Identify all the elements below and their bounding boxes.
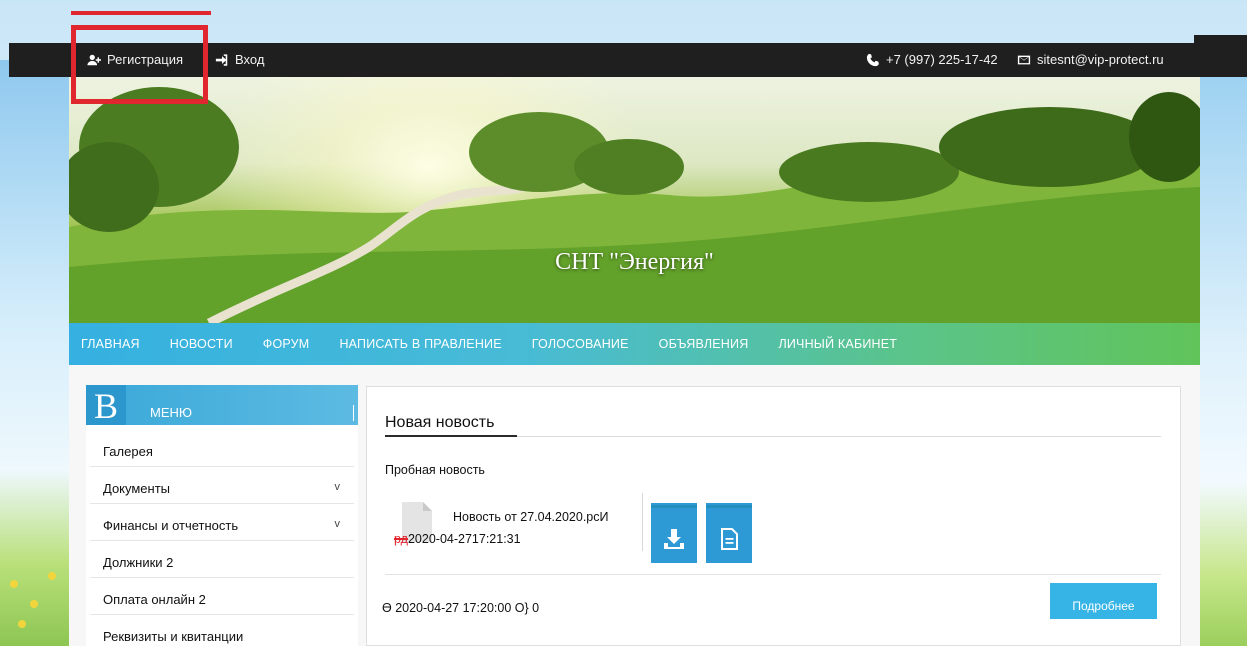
sidebar-item-label: Реквизиты и квитанции — [103, 629, 244, 644]
topbar-extension — [1194, 35, 1247, 77]
news-title[interactable]: Новая новость — [385, 414, 494, 432]
nav-item-home[interactable]: ГЛАВНАЯ — [69, 337, 155, 351]
news-subtitle: Пробная новость — [385, 463, 485, 477]
email-contact[interactable]: sitesnt@vip-protect.ru — [1017, 52, 1164, 67]
sidebar-item-documents[interactable]: Документы v — [90, 467, 354, 504]
sidebar-item-label: Оплата онлайн 2 — [103, 592, 206, 607]
date-value: 2020-04-2717:21:31 — [407, 532, 521, 546]
envelope-icon — [1017, 55, 1031, 64]
flower-decoration — [30, 600, 38, 608]
sign-in-icon — [215, 53, 228, 66]
header-banner: СНТ "Энергия" — [69, 77, 1200, 323]
attachment-divider — [642, 493, 643, 551]
sidebar-item-label: Галерея — [103, 444, 153, 459]
background-scenery-left — [0, 60, 72, 646]
chevron-down-icon: v — [334, 518, 341, 530]
sidebar-item-debtors[interactable]: Должники 2 — [90, 541, 354, 578]
site-title: СНТ "Энергия" — [555, 249, 714, 275]
nav-item-forum[interactable]: ФОРУМ — [248, 337, 325, 351]
flower-decoration — [18, 620, 26, 628]
attachment-date: рд2020-04-2717:21:31 — [394, 532, 521, 546]
footer-rule — [385, 574, 1161, 575]
phone-icon — [866, 53, 879, 66]
nav-item-account[interactable]: ЛИЧНЫЙ КАБИНЕТ — [763, 337, 912, 351]
attachment-name[interactable]: Новость от 27.04.2020.рсИ — [453, 510, 609, 524]
chevron-down-icon: v — [334, 481, 341, 493]
background-scenery-right — [1195, 60, 1247, 646]
sidebar-item-finance[interactable]: Финансы и отчетность v — [90, 504, 354, 541]
email-address: sitesnt@vip-protect.ru — [1037, 52, 1164, 67]
register-link[interactable]: Регистрация — [87, 52, 183, 67]
read-more-button[interactable]: Подробнее — [1050, 583, 1157, 619]
sidebar-item-label: Должники 2 — [103, 555, 174, 570]
sidebar-item-gallery[interactable]: Галерея — [90, 430, 354, 467]
date-prefix: рд — [394, 532, 408, 546]
phone-number: +7 (997) 225-17-42 — [886, 52, 998, 67]
register-label: Регистрация — [107, 52, 183, 67]
annotation-line — [71, 11, 211, 15]
view-button[interactable] — [706, 505, 752, 563]
top-bar: Регистрация Вход +7 (997) 225-17-42 site… — [9, 43, 1194, 77]
menu-title: МЕНЮ — [150, 405, 193, 420]
download-button[interactable] — [651, 505, 697, 563]
menu-badge: B — [86, 385, 126, 426]
download-icon — [664, 529, 684, 549]
login-label: Вход — [235, 52, 265, 67]
landscape-image — [69, 87, 1200, 323]
sidebar-item-label: Финансы и отчетность — [103, 518, 239, 533]
login-link[interactable]: Вход — [215, 52, 264, 67]
phone-contact[interactable]: +7 (997) 225-17-42 — [866, 52, 998, 67]
sidebar-item-online-payment[interactable]: Оплата онлайн 2 — [90, 578, 354, 615]
flower-decoration — [10, 580, 18, 588]
sidebar-item-label: Документы — [103, 481, 171, 496]
user-plus-icon — [87, 54, 101, 65]
menu-divider — [353, 405, 354, 421]
news-meta: ϴ 2020-04-27 17:20:00 О} 0 — [382, 601, 540, 615]
nav-item-ads[interactable]: ОБЪЯВЛЕНИЯ — [644, 337, 764, 351]
news-card: Новая новость Пробная новость Новость от… — [366, 386, 1181, 646]
nav-item-news[interactable]: НОВОСТИ — [155, 337, 248, 351]
title-rule — [517, 436, 1161, 437]
title-underline — [385, 435, 517, 437]
document-view-icon — [721, 528, 738, 550]
nav-item-voting[interactable]: ГОЛОСОВАНИЕ — [517, 337, 644, 351]
main-nav: ГЛАВНАЯ НОВОСТИ ФОРУМ НАПИСАТЬ В ПРАВЛЕН… — [69, 323, 1200, 365]
sidebar-header: B МЕНЮ — [86, 385, 358, 426]
sidebar-item-requisites[interactable]: Реквизиты и квитанции — [90, 615, 354, 646]
flower-decoration — [48, 572, 56, 580]
nav-item-write-board[interactable]: НАПИСАТЬ В ПРАВЛЕНИЕ — [324, 337, 516, 351]
sidebar-menu: Галерея Документы v Финансы и отчетность… — [90, 430, 354, 646]
